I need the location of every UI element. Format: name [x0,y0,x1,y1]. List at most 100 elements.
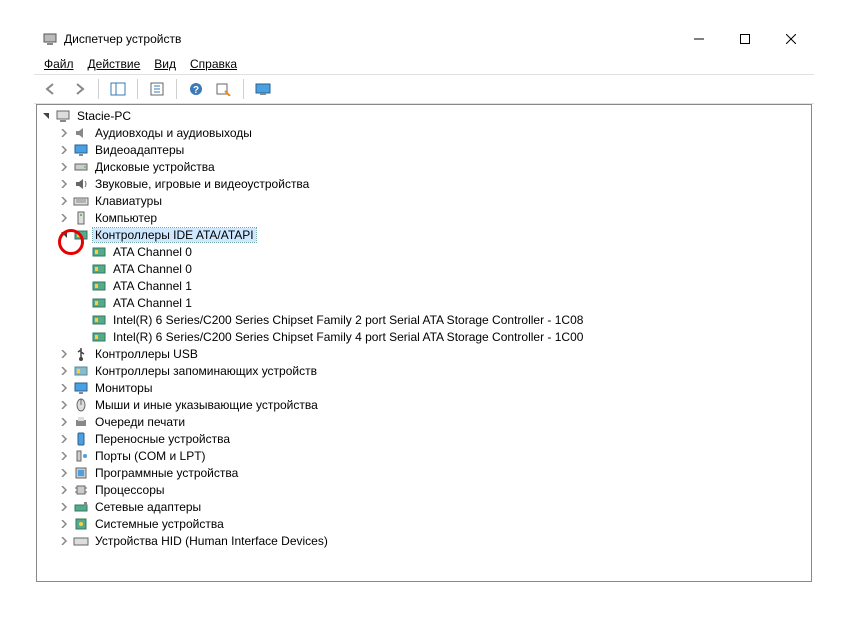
device-manager-window: Диспетчер устройств Файл Действие Вид Сп… [34,24,814,584]
category-node[interactable]: Контроллеры USB [39,345,811,362]
ide-controller-icon [91,261,107,277]
close-button[interactable] [768,24,814,54]
view-devices-button[interactable] [252,78,274,100]
expand-arrow-icon[interactable] [57,500,71,514]
back-button[interactable] [40,78,62,100]
category-node[interactable]: Звуковые, игровые и видеоустройства [39,175,811,192]
tree-node-label: Контроллеры USB [93,347,200,361]
tree-node-label: Intel(R) 6 Series/C200 Series Chipset Fa… [111,330,585,344]
expand-arrow-icon[interactable] [57,347,71,361]
category-node[interactable]: Контроллеры запоминающих устройств [39,362,811,379]
ide-controller-icon [91,278,107,294]
tree-node-label: Контроллеры запоминающих устройств [93,364,319,378]
expand-arrow-icon[interactable] [75,245,89,259]
tree-node-label: Видеоадаптеры [93,143,186,157]
expand-arrow-icon[interactable] [57,466,71,480]
expand-arrow-icon[interactable] [57,177,71,191]
category-node[interactable]: Сетевые адаптеры [39,498,811,515]
category-node[interactable]: Дисковые устройства [39,158,811,175]
port-icon [73,448,89,464]
minimize-button[interactable] [676,24,722,54]
category-node[interactable]: Компьютер [39,209,811,226]
device-node[interactable]: ATA Channel 0 [39,260,811,277]
category-node[interactable]: Переносные устройства [39,430,811,447]
scan-hardware-button[interactable] [213,78,235,100]
tree-node-label: Звуковые, игровые и видеоустройства [93,177,311,191]
category-node[interactable]: Устройства HID (Human Interface Devices) [39,532,811,549]
tree-node-label: Процессоры [93,483,167,497]
category-node[interactable]: Аудиовходы и аудиовыходы [39,124,811,141]
expand-arrow-icon[interactable] [75,262,89,276]
tree-node-label: Сетевые адаптеры [93,500,203,514]
display-icon [73,142,89,158]
expand-arrow-icon[interactable] [57,381,71,395]
network-icon [73,499,89,515]
expand-arrow-icon[interactable] [75,279,89,293]
portable-icon [73,431,89,447]
category-node[interactable]: Видеоадаптеры [39,141,811,158]
menu-file[interactable]: Файл [44,57,74,71]
tree-node-label: Программные устройства [93,466,240,480]
device-node[interactable]: ATA Channel 0 [39,243,811,260]
expand-arrow-icon[interactable] [57,483,71,497]
tree-node-label: Мыши и иные указывающие устройства [93,398,320,412]
tree-node-label: Аудиовходы и аудиовыходы [93,126,254,140]
expand-arrow-icon[interactable] [75,296,89,310]
device-node[interactable]: ATA Channel 1 [39,294,811,311]
category-node[interactable]: Программные устройства [39,464,811,481]
expand-arrow-icon[interactable] [57,432,71,446]
expand-arrow-icon[interactable] [57,449,71,463]
monitor-icon [73,380,89,396]
tree-node-label: Порты (COM и LPT) [93,449,208,463]
expand-arrow-icon[interactable] [57,228,71,242]
device-node[interactable]: Intel(R) 6 Series/C200 Series Chipset Fa… [39,328,811,345]
show-hide-tree-button[interactable] [107,78,129,100]
menu-view[interactable]: Вид [154,57,176,71]
software-icon [73,465,89,481]
category-node[interactable]: Мыши и иные указывающие устройства [39,396,811,413]
tree-node-label: Контроллеры IDE ATA/ATAPI [93,228,256,242]
expand-arrow-icon[interactable] [39,109,53,123]
cpu-icon [73,482,89,498]
expand-arrow-icon[interactable] [57,517,71,531]
help-button[interactable]: ? [185,78,207,100]
disk-icon [73,159,89,175]
category-node[interactable]: Мониторы [39,379,811,396]
expand-arrow-icon[interactable] [75,313,89,327]
device-node[interactable]: ATA Channel 1 [39,277,811,294]
properties-button[interactable] [146,78,168,100]
expand-arrow-icon[interactable] [57,143,71,157]
expand-arrow-icon[interactable] [75,330,89,344]
app-icon [42,31,58,47]
category-node[interactable]: Контроллеры IDE ATA/ATAPI [39,226,811,243]
expand-arrow-icon[interactable] [57,194,71,208]
tree-node-label: Устройства HID (Human Interface Devices) [93,534,330,548]
category-node[interactable]: Очереди печати [39,413,811,430]
device-node[interactable]: Intel(R) 6 Series/C200 Series Chipset Fa… [39,311,811,328]
expand-arrow-icon[interactable] [57,415,71,429]
expand-arrow-icon[interactable] [57,211,71,225]
expand-arrow-icon[interactable] [57,534,71,548]
expand-arrow-icon[interactable] [57,160,71,174]
menu-action[interactable]: Действие [88,57,141,71]
tree-node-label: ATA Channel 1 [111,296,194,310]
titlebar[interactable]: Диспетчер устройств [34,24,814,54]
tree-container: Stacie-PC Аудиовходы и аудиовыходы Видеоад… [36,104,812,582]
device-tree[interactable]: Stacie-PC Аудиовходы и аудиовыходы Видеоад… [37,105,811,581]
expand-arrow-icon[interactable] [57,126,71,140]
category-node[interactable]: Клавиатуры [39,192,811,209]
menu-help[interactable]: Справка [190,57,237,71]
root-node[interactable]: Stacie-PC [39,107,811,124]
maximize-button[interactable] [722,24,768,54]
forward-button[interactable] [68,78,90,100]
hid-icon [73,533,89,549]
ide-controller-icon [91,244,107,260]
expand-arrow-icon[interactable] [57,398,71,412]
tree-node-label: ATA Channel 1 [111,279,194,293]
mouse-icon [73,397,89,413]
category-node[interactable]: Процессоры [39,481,811,498]
expand-arrow-icon[interactable] [57,364,71,378]
ide-controller-icon [91,312,107,328]
category-node[interactable]: Порты (COM и LPT) [39,447,811,464]
category-node[interactable]: Системные устройства [39,515,811,532]
